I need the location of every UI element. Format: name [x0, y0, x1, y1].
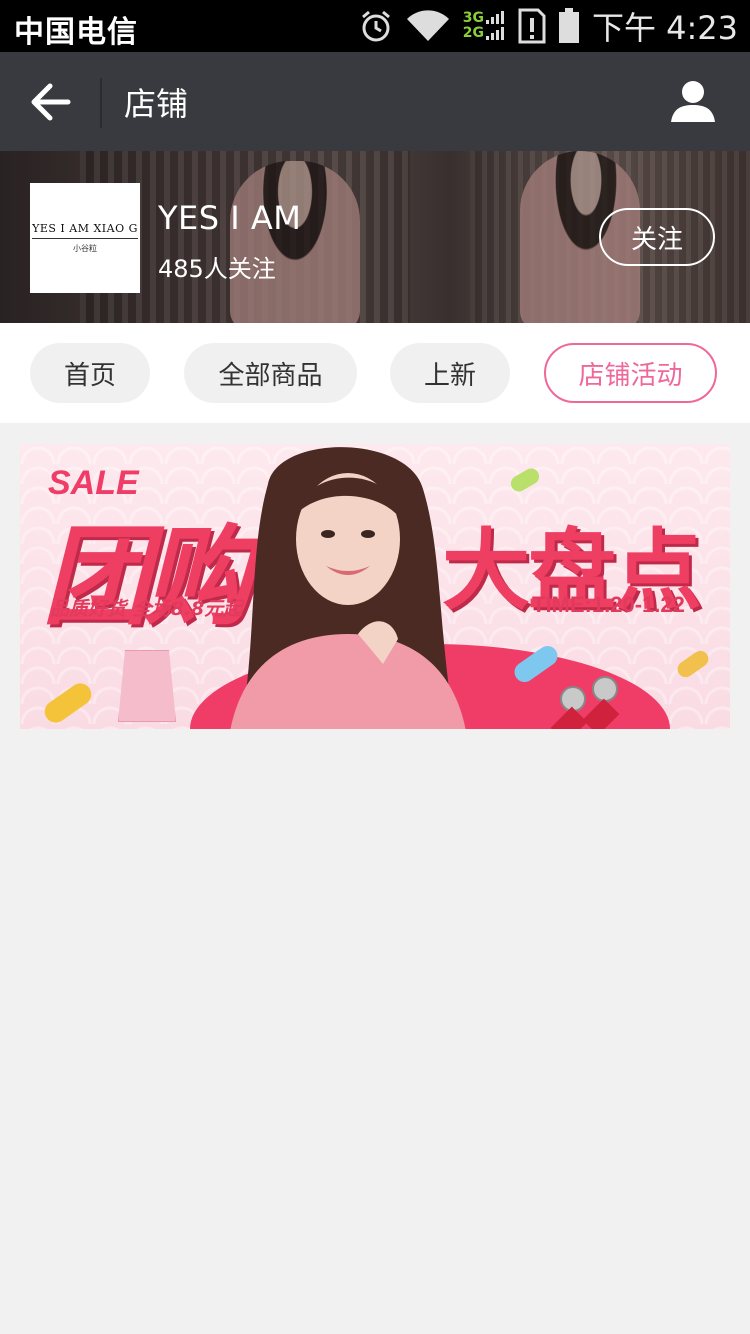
sim-alert-icon [518, 8, 546, 44]
promo-model-image [230, 447, 466, 729]
network-label-3g: 3G [462, 10, 484, 26]
network-label-2g: 2G [462, 25, 484, 41]
shop-banner: YES I AM XIAO G 小谷粒 YES I AM 485人关注 关注 [0, 151, 750, 323]
app-header: 店铺 [0, 52, 750, 151]
status-time: 下午 4:23 [591, 9, 738, 47]
status-bar: 中国电信 3G 2G 下午 4:23 [0, 0, 750, 52]
tab-shop-events[interactable]: 店铺活动 [544, 343, 717, 403]
user-icon [671, 81, 715, 122]
back-arrow-icon [31, 83, 71, 121]
shop-logo-subtext: 小谷粒 [73, 244, 97, 253]
user-button[interactable] [670, 78, 716, 124]
shop-logo[interactable]: YES I AM XIAO G 小谷粒 [30, 183, 140, 293]
tab-new-arrivals[interactable]: 上新 [390, 343, 510, 403]
shop-logo-text: YES I AM XIAO G [32, 222, 138, 239]
alarm-icon [361, 10, 390, 42]
header-divider [100, 78, 102, 128]
page-title: 店铺 [124, 85, 189, 123]
promo-banner[interactable]: SALE 团购 品质好货 全场8.8元起 大盘点 TIME:1.20-1.22 [20, 444, 730, 729]
carrier-name: 中国电信 [14, 15, 138, 50]
earring-right [592, 676, 618, 702]
signal-icon [485, 11, 504, 40]
back-button[interactable] [28, 80, 74, 124]
follower-count: 485人关注 [158, 255, 276, 283]
shop-name: YES I AM [158, 199, 302, 237]
network-type: 3G 2G [463, 10, 506, 42]
wifi-icon [406, 10, 449, 41]
tab-home[interactable]: 首页 [30, 343, 150, 403]
promo-skirt-image [118, 650, 176, 722]
follow-button[interactable]: 关注 [599, 208, 715, 266]
shop-tabs: 首页 全部商品 上新 店铺活动 [0, 323, 750, 423]
promo-time: TIME:1.20-1.22 [532, 592, 685, 617]
battery-icon [558, 8, 579, 43]
tab-all-products[interactable]: 全部商品 [184, 343, 357, 403]
status-icons: 3G 2G 下午 4:23 [359, 6, 738, 47]
